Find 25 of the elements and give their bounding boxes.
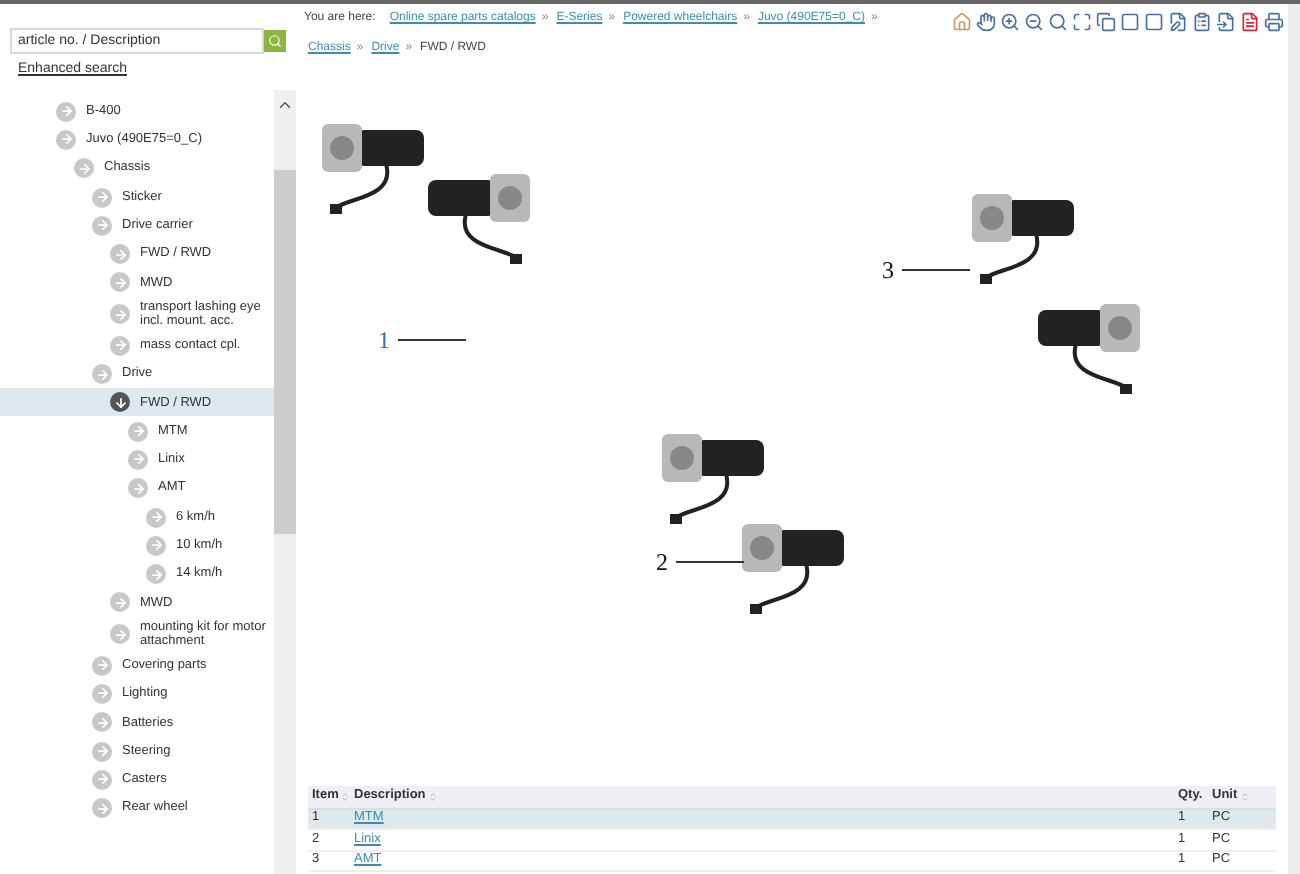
callout-number[interactable]: 2 bbox=[656, 548, 668, 576]
leader-line bbox=[397, 339, 467, 341]
print-icon[interactable] bbox=[1262, 10, 1284, 32]
search-icon[interactable] bbox=[1046, 10, 1068, 32]
zoom-in-icon[interactable] bbox=[998, 10, 1020, 32]
motor-drawing bbox=[322, 124, 424, 214]
motor-drawing bbox=[1038, 304, 1140, 394]
callout-number[interactable]: 3 bbox=[882, 256, 894, 284]
document-icon[interactable] bbox=[1238, 10, 1260, 32]
hand-icon[interactable] bbox=[974, 10, 996, 32]
fit-icon[interactable] bbox=[1070, 10, 1092, 32]
leader-line bbox=[675, 561, 745, 563]
motor-drawing bbox=[972, 194, 1074, 284]
edit-icon[interactable] bbox=[1166, 10, 1188, 32]
motor-drawing bbox=[742, 524, 844, 614]
callout-number[interactable]: 1 bbox=[378, 326, 390, 354]
motor-drawing bbox=[662, 434, 764, 524]
scrollbar[interactable] bbox=[274, 89, 296, 874]
motor-drawing bbox=[428, 174, 530, 264]
copy-icon[interactable] bbox=[1094, 10, 1116, 32]
export-icon[interactable] bbox=[1214, 10, 1236, 32]
leader-line bbox=[901, 269, 971, 271]
zoom-out-icon[interactable] bbox=[1022, 10, 1044, 32]
scrollbar-thumb[interactable] bbox=[274, 169, 296, 533]
list-icon[interactable] bbox=[1190, 10, 1212, 32]
